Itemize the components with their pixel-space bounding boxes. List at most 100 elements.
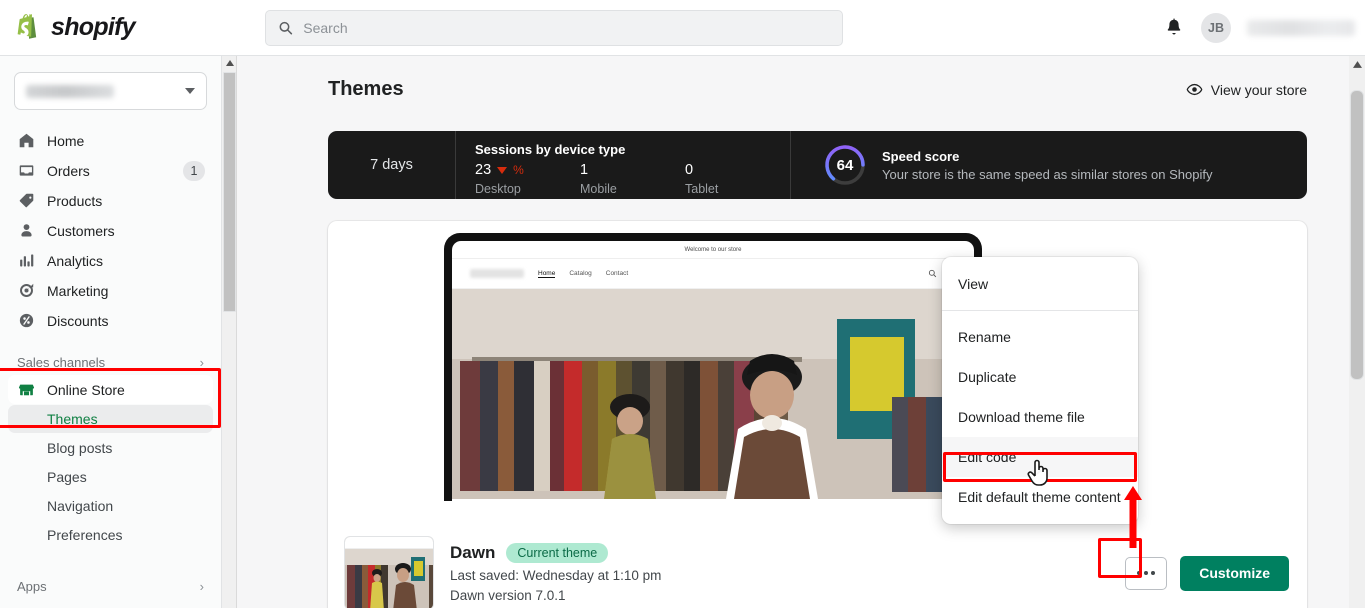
theme-preview-frame[interactable]: Welcome to our store Home Catalog Contac…	[444, 233, 982, 501]
speed-score-card[interactable]: 64 Speed score Your store is the same sp…	[791, 131, 1307, 199]
preview-nav: Home Catalog Contact	[452, 259, 974, 289]
search-icon	[928, 269, 937, 278]
chevron-right-icon: ›	[200, 579, 204, 594]
storefront-icon	[16, 380, 36, 400]
search-input[interactable]	[303, 20, 830, 36]
products-tag-icon	[16, 191, 36, 211]
theme-version: Dawn version 7.0.1	[450, 588, 661, 603]
shopify-bag-icon	[14, 12, 42, 44]
sidebar-item-themes[interactable]: Themes	[8, 405, 213, 433]
orders-inbox-icon	[16, 161, 36, 181]
sidebar-item-orders[interactable]: Orders 1	[8, 156, 213, 185]
global-search-box[interactable]	[265, 10, 843, 46]
menu-item-label: Edit default theme content	[958, 489, 1121, 505]
sidebar-item-label: Analytics	[47, 253, 205, 269]
preview-nav-home: Home	[538, 270, 555, 278]
view-your-store-link[interactable]: View your store	[1186, 81, 1307, 98]
apps-section-header[interactable]: Apps ›	[8, 573, 213, 599]
shopify-wordmark: shopify	[51, 13, 135, 42]
theme-preview-viewport: Welcome to our store Home Catalog Contac…	[452, 241, 974, 501]
sidebar-subitem-label: Blog posts	[47, 440, 112, 456]
sidebar-item-label: Orders	[47, 163, 172, 179]
theme-thumbnail	[344, 536, 434, 608]
orders-count-badge: 1	[183, 161, 205, 181]
sidebar-item-navigation[interactable]: Navigation	[8, 492, 213, 520]
page-scrollbar[interactable]	[1349, 56, 1365, 608]
sidebar-item-marketing[interactable]: Marketing	[8, 276, 213, 305]
sessions-desktop-change: %	[513, 163, 524, 177]
more-actions-button[interactable]	[1125, 557, 1167, 590]
theme-info: Dawn Current theme Last saved: Wednesday…	[450, 543, 661, 603]
stats-period[interactable]: 7 days	[328, 131, 456, 199]
annotation-arrow-up	[1122, 486, 1144, 548]
sidebar-item-discounts[interactable]: Discounts	[8, 306, 213, 335]
apps-label: Apps	[17, 579, 47, 594]
sidebar-subitem-label: Pages	[47, 469, 87, 485]
sessions-tablet-value: 0	[685, 162, 693, 178]
ellipsis-icon	[1151, 571, 1155, 575]
sidebar-subitem-label: Navigation	[47, 498, 113, 514]
top-bar-right-group: JB	[1163, 0, 1365, 56]
bell-icon[interactable]	[1163, 17, 1185, 39]
menu-item-rename[interactable]: Rename	[942, 317, 1138, 357]
sessions-desktop: 23 % Desktop	[475, 162, 580, 196]
sidebar-item-label: Products	[47, 193, 205, 209]
sessions-mobile-label: Mobile	[580, 182, 685, 196]
sidebar-item-home[interactable]: Home	[8, 126, 213, 155]
sidebar-item-customers[interactable]: Customers	[8, 216, 213, 245]
menu-item-label: Download theme file	[958, 409, 1085, 425]
menu-item-download-theme-file[interactable]: Download theme file	[942, 397, 1138, 437]
scroll-up-arrow-icon[interactable]	[222, 56, 237, 70]
trend-down-icon	[497, 167, 507, 174]
shopify-logo[interactable]: shopify	[14, 12, 254, 44]
sidebar-item-blog-posts[interactable]: Blog posts	[8, 434, 213, 462]
sessions-desktop-label: Desktop	[475, 182, 580, 196]
preview-nav-contact: Contact	[606, 270, 628, 277]
eye-icon	[1186, 81, 1203, 98]
sessions-desktop-value: 23	[475, 162, 491, 178]
theme-card-actions: Customize	[1125, 556, 1289, 591]
store-selector[interactable]	[14, 72, 207, 110]
scroll-up-arrow-icon[interactable]	[1349, 56, 1365, 72]
sidebar-scrollbar[interactable]	[222, 56, 237, 608]
sessions-tablet: 0 Tablet	[685, 162, 790, 196]
menu-item-duplicate[interactable]: Duplicate	[942, 357, 1138, 397]
menu-item-label: View	[958, 276, 988, 292]
store-name-blurred	[1247, 20, 1355, 36]
chevron-right-icon: ›	[200, 355, 204, 370]
sidebar-item-pages[interactable]: Pages	[8, 463, 213, 491]
top-navigation-bar: shopify JB	[0, 0, 1365, 56]
sidebar-item-online-store[interactable]: Online Store	[8, 375, 213, 404]
sessions-by-device-card[interactable]: Sessions by device type 23 % Desktop 1 M…	[456, 131, 791, 199]
sales-channels-section-header[interactable]: Sales channels ›	[8, 349, 213, 375]
main-content: Themes View your store 7 days Sessions b…	[238, 56, 1335, 608]
sidebar-item-label: Marketing	[47, 283, 205, 299]
speed-score-title: Speed score	[882, 149, 1212, 164]
preview-announcement-bar: Welcome to our store	[452, 241, 974, 259]
shopify-admin-window: shopify JB	[0, 0, 1365, 608]
ellipsis-icon	[1144, 571, 1148, 575]
sidebar-item-analytics[interactable]: Analytics	[8, 246, 213, 275]
avatar[interactable]: JB	[1201, 13, 1231, 43]
marketing-target-icon	[16, 281, 36, 301]
sidebar-item-label: Home	[47, 133, 205, 149]
sidebar-item-label: Discounts	[47, 313, 205, 329]
sessions-tablet-label: Tablet	[685, 182, 790, 196]
menu-item-view[interactable]: View	[942, 264, 1138, 304]
sessions-mobile: 1 Mobile	[580, 162, 685, 196]
page-scrollbar-thumb[interactable]	[1350, 90, 1364, 380]
current-theme-card: Welcome to our store Home Catalog Contac…	[328, 221, 1307, 608]
menu-divider	[942, 310, 1138, 311]
sales-channels-label: Sales channels	[17, 355, 105, 370]
sidebar-scrollbar-thumb[interactable]	[223, 72, 236, 312]
sidebar-item-products[interactable]: Products	[8, 186, 213, 215]
theme-card-footer: Dawn Current theme Last saved: Wednesday…	[328, 525, 1307, 608]
home-icon	[16, 131, 36, 151]
customize-button[interactable]: Customize	[1180, 556, 1289, 591]
page-header: Themes View your store	[238, 56, 1335, 101]
mouse-cursor-hand-icon	[1025, 456, 1053, 488]
analytics-bars-icon	[16, 251, 36, 271]
sessions-mobile-value: 1	[580, 162, 588, 178]
sidebar-item-preferences[interactable]: Preferences	[8, 521, 213, 549]
theme-last-saved: Last saved: Wednesday at 1:10 pm	[450, 568, 661, 583]
